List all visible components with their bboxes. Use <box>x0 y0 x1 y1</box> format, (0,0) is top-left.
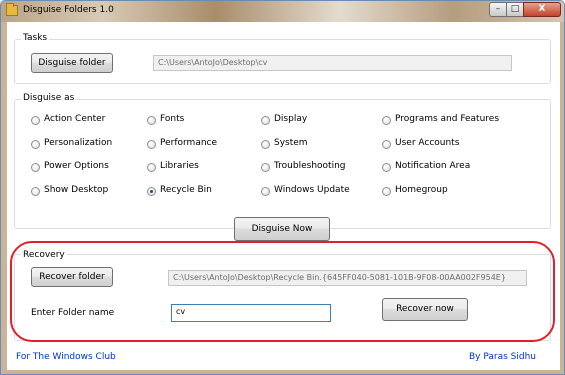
radio-option[interactable]: Programs and Features <box>382 114 522 128</box>
radio-circle[interactable] <box>31 116 40 125</box>
radio-circle[interactable] <box>31 140 40 149</box>
radio-label: Homegroup <box>395 185 448 195</box>
radio-circle[interactable] <box>147 116 156 125</box>
radio-label: Performance <box>160 138 218 148</box>
radio-circle[interactable] <box>31 163 40 172</box>
radio-option[interactable]: User Accounts <box>382 138 522 152</box>
author-link[interactable]: By Paras Sidhu <box>469 352 536 362</box>
radio-label: Personalization <box>44 138 113 148</box>
radio-label: System <box>274 138 308 148</box>
radio-label: Display <box>274 114 308 124</box>
radio-circle[interactable] <box>261 140 270 149</box>
app-window: Disguise Folders 1.0 – □ X Tasks Disguis… <box>0 0 565 375</box>
radio-circle[interactable] <box>147 163 156 172</box>
radio-circle[interactable] <box>147 187 156 196</box>
client-area: Tasks Disguise folder C:\Users\AntoJo\De… <box>7 22 560 370</box>
radio-label: Troubleshooting <box>274 161 346 171</box>
folder-icon <box>6 3 18 16</box>
disguise-folder-button[interactable]: Disguise folder <box>31 53 113 73</box>
radio-label: Libraries <box>160 161 199 171</box>
highlight-ellipse <box>10 241 555 342</box>
radio-label: Action Center <box>44 114 106 124</box>
radio-circle[interactable] <box>261 163 270 172</box>
tasks-path-field[interactable]: C:\Users\AntoJo\Desktop\cv <box>153 55 512 71</box>
radio-circle[interactable] <box>382 116 391 125</box>
radio-label: Windows Update <box>274 185 350 195</box>
radio-label: Programs and Features <box>395 114 500 124</box>
close-button[interactable]: X <box>523 2 561 17</box>
radio-option[interactable]: Troubleshooting <box>261 161 401 175</box>
minimize-button[interactable]: – <box>489 2 507 17</box>
radio-circle[interactable] <box>261 116 270 125</box>
windows-club-link[interactable]: For The Windows Club <box>16 352 116 362</box>
radio-circle[interactable] <box>147 140 156 149</box>
radio-label: Notification Area <box>395 161 471 171</box>
radio-circle[interactable] <box>261 187 270 196</box>
disguise-now-button[interactable]: Disguise Now <box>234 217 330 241</box>
window-title: Disguise Folders 1.0 <box>23 5 114 15</box>
radio-circle[interactable] <box>382 140 391 149</box>
radio-label: Power Options <box>44 161 109 171</box>
radio-option[interactable]: Homegroup <box>382 185 522 199</box>
maximize-button[interactable]: □ <box>506 2 524 17</box>
disguise-as-group-title: Disguise as <box>21 93 77 103</box>
radio-label: Recycle Bin <box>160 185 212 195</box>
radio-label: Show Desktop <box>44 185 109 195</box>
radio-circle[interactable] <box>382 163 391 172</box>
radio-circle[interactable] <box>382 187 391 196</box>
radio-circle[interactable] <box>31 187 40 196</box>
radio-label: Fonts <box>160 114 185 124</box>
radio-option[interactable]: Notification Area <box>382 161 522 175</box>
radio-label: User Accounts <box>395 138 460 148</box>
radio-option[interactable]: Windows Update <box>261 185 401 199</box>
title-bar[interactable]: Disguise Folders 1.0 – □ X <box>1 1 564 22</box>
tasks-group-title: Tasks <box>21 33 50 43</box>
radio-option[interactable]: System <box>261 138 401 152</box>
radio-option[interactable]: Display <box>261 114 401 128</box>
